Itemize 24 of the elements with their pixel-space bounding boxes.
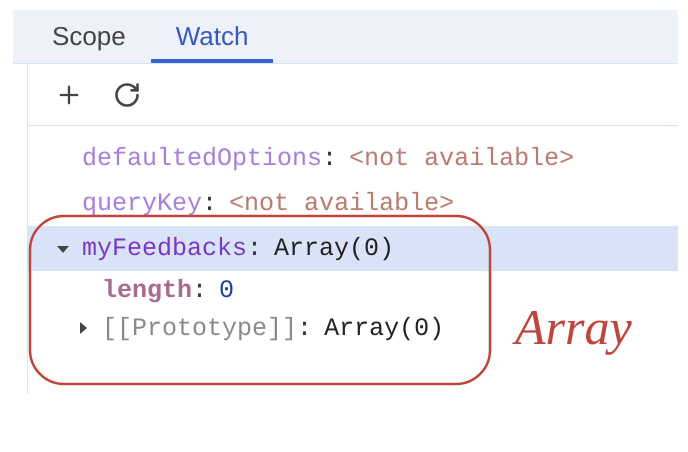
watch-row[interactable]: length: 0 (28, 271, 238, 309)
property-value: <not available> (349, 144, 574, 173)
tab[interactable]: Scope (27, 10, 151, 63)
refresh-icon (113, 80, 141, 108)
property-name: [[Prototype]] (102, 314, 298, 342)
property-name: length (102, 276, 192, 304)
watch-row[interactable]: defaultedOptions: <not available> (28, 136, 578, 181)
colon: : (247, 234, 262, 263)
property-value: Array(0) (274, 234, 394, 263)
tab[interactable]: Watch (150, 10, 274, 63)
property-name: defaultedOptions (82, 144, 322, 173)
watch-row[interactable]: queryKey: <not available> (28, 181, 458, 226)
property-name: queryKey (82, 189, 202, 218)
colon: : (322, 144, 338, 173)
property-value: 0 (219, 276, 234, 304)
colon: : (192, 276, 208, 304)
colon: : (297, 314, 312, 342)
watch-row[interactable]: myFeedbacks: Array(0) (28, 226, 678, 271)
watch-row[interactable]: [[Prototype]]: Array(0) (28, 309, 448, 347)
property-name: myFeedbacks (82, 234, 248, 263)
refresh-button[interactable] (113, 80, 141, 108)
property-value: <not available> (229, 189, 454, 218)
property-value: Array(0) (324, 314, 444, 342)
colon: : (202, 189, 218, 218)
